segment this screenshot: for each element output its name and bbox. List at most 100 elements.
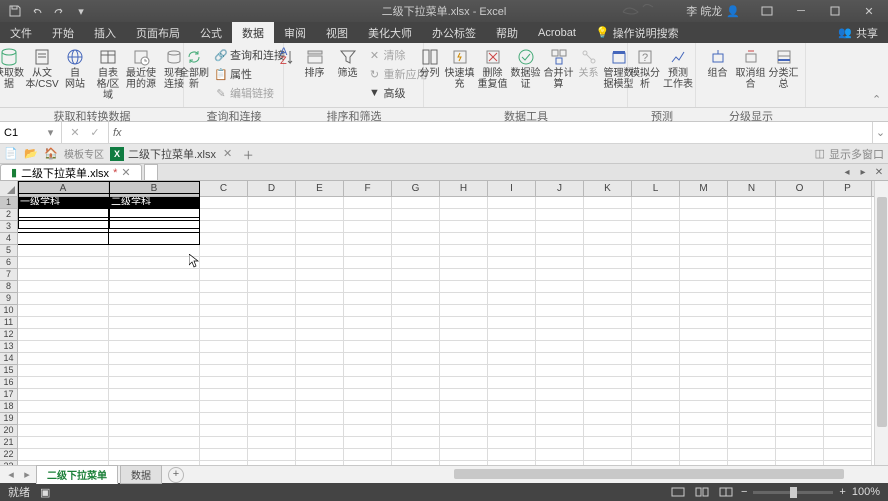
redo-icon[interactable] <box>52 4 66 18</box>
cell[interactable] <box>632 257 680 269</box>
cell[interactable] <box>584 209 632 221</box>
cell[interactable]: 一级学科 <box>18 197 109 209</box>
from-csv-button[interactable]: 从文 本/CSV <box>26 45 58 92</box>
cell[interactable] <box>824 329 872 341</box>
cell[interactable] <box>728 197 776 209</box>
row-header[interactable]: 9 <box>0 293 18 305</box>
cell[interactable] <box>109 257 200 269</box>
cell[interactable] <box>488 353 536 365</box>
cell[interactable] <box>440 197 488 209</box>
group-button[interactable]: 组合 <box>702 45 734 81</box>
cell[interactable] <box>632 245 680 257</box>
cell[interactable] <box>344 245 392 257</box>
accept-formula-icon[interactable]: ✓ <box>86 126 104 139</box>
prev-tab-icon[interactable]: ◂ <box>840 165 854 179</box>
row-header[interactable]: 12 <box>0 329 18 341</box>
from-table-button[interactable]: 自表 格/区域 <box>92 45 124 103</box>
cell[interactable] <box>488 209 536 221</box>
cell[interactable] <box>296 305 344 317</box>
cell[interactable] <box>728 269 776 281</box>
cell[interactable] <box>392 233 440 245</box>
cell[interactable] <box>824 293 872 305</box>
cell[interactable] <box>488 293 536 305</box>
cell[interactable] <box>728 329 776 341</box>
cell[interactable] <box>248 413 296 425</box>
row-header[interactable]: 16 <box>0 377 18 389</box>
cell[interactable] <box>440 269 488 281</box>
cell[interactable] <box>824 365 872 377</box>
column-header[interactable]: D <box>248 181 296 196</box>
cell[interactable] <box>344 221 392 233</box>
cell[interactable] <box>18 329 109 341</box>
spreadsheet-grid[interactable]: ABCDEFGHIJKLMNOP 1一级学科二级学科23456789101112… <box>0 181 888 465</box>
formula-input[interactable] <box>130 127 868 139</box>
cell[interactable] <box>776 401 824 413</box>
cell[interactable] <box>344 413 392 425</box>
cell[interactable] <box>344 389 392 401</box>
cell[interactable] <box>440 413 488 425</box>
cell[interactable] <box>632 305 680 317</box>
cell[interactable] <box>584 437 632 449</box>
sheet-nav-prev-icon[interactable]: ◂ <box>4 468 18 481</box>
tab-insert[interactable]: 插入 <box>84 22 126 43</box>
sort-az-button[interactable]: AZ <box>276 45 298 69</box>
cell[interactable] <box>680 389 728 401</box>
cell[interactable] <box>776 209 824 221</box>
cell[interactable] <box>344 341 392 353</box>
cell[interactable] <box>536 245 584 257</box>
cell[interactable] <box>392 305 440 317</box>
cell[interactable] <box>584 305 632 317</box>
cell[interactable] <box>200 365 248 377</box>
cell[interactable] <box>776 365 824 377</box>
cell[interactable] <box>248 197 296 209</box>
cell[interactable] <box>109 341 200 353</box>
name-box-input[interactable] <box>4 127 44 139</box>
cell[interactable] <box>392 317 440 329</box>
cell[interactable] <box>248 281 296 293</box>
cell[interactable] <box>536 209 584 221</box>
consolidate-button[interactable]: 合并计算 <box>543 45 575 92</box>
cell[interactable] <box>248 317 296 329</box>
cell[interactable] <box>536 449 584 461</box>
sheet-tab[interactable]: 二级下拉菜单 <box>36 465 118 484</box>
cell[interactable] <box>536 305 584 317</box>
cell[interactable] <box>824 377 872 389</box>
cell[interactable] <box>680 221 728 233</box>
cell[interactable] <box>296 245 344 257</box>
tab-data[interactable]: 数据 <box>232 22 274 43</box>
cell[interactable] <box>344 209 392 221</box>
cell[interactable] <box>584 233 632 245</box>
cell[interactable] <box>200 413 248 425</box>
cell[interactable] <box>680 257 728 269</box>
cell[interactable] <box>728 281 776 293</box>
cell[interactable] <box>200 209 248 221</box>
cell[interactable] <box>824 245 872 257</box>
cell[interactable] <box>488 233 536 245</box>
tab-review[interactable]: 审阅 <box>274 22 316 43</box>
get-data-button[interactable]: 获取数 据 <box>0 45 25 92</box>
cell[interactable] <box>18 269 109 281</box>
cell[interactable] <box>109 317 200 329</box>
cell[interactable] <box>824 221 872 233</box>
cell[interactable] <box>728 353 776 365</box>
add-sheet-icon[interactable]: + <box>168 467 184 483</box>
cell[interactable] <box>824 425 872 437</box>
cell[interactable] <box>109 437 200 449</box>
cell[interactable] <box>18 341 109 353</box>
cell[interactable] <box>584 197 632 209</box>
cell[interactable] <box>296 269 344 281</box>
cell[interactable] <box>248 449 296 461</box>
cell[interactable] <box>680 329 728 341</box>
cell[interactable] <box>584 257 632 269</box>
tab-home[interactable]: 开始 <box>42 22 84 43</box>
row-header[interactable]: 6 <box>0 257 18 269</box>
cell[interactable] <box>296 365 344 377</box>
remove-dup-button[interactable]: 删除 重复值 <box>477 45 509 92</box>
cell[interactable] <box>728 221 776 233</box>
vertical-scrollbar[interactable] <box>874 181 888 465</box>
cell[interactable] <box>440 377 488 389</box>
cell[interactable] <box>440 425 488 437</box>
cell[interactable] <box>18 401 109 413</box>
cell[interactable] <box>440 341 488 353</box>
cell[interactable] <box>536 425 584 437</box>
